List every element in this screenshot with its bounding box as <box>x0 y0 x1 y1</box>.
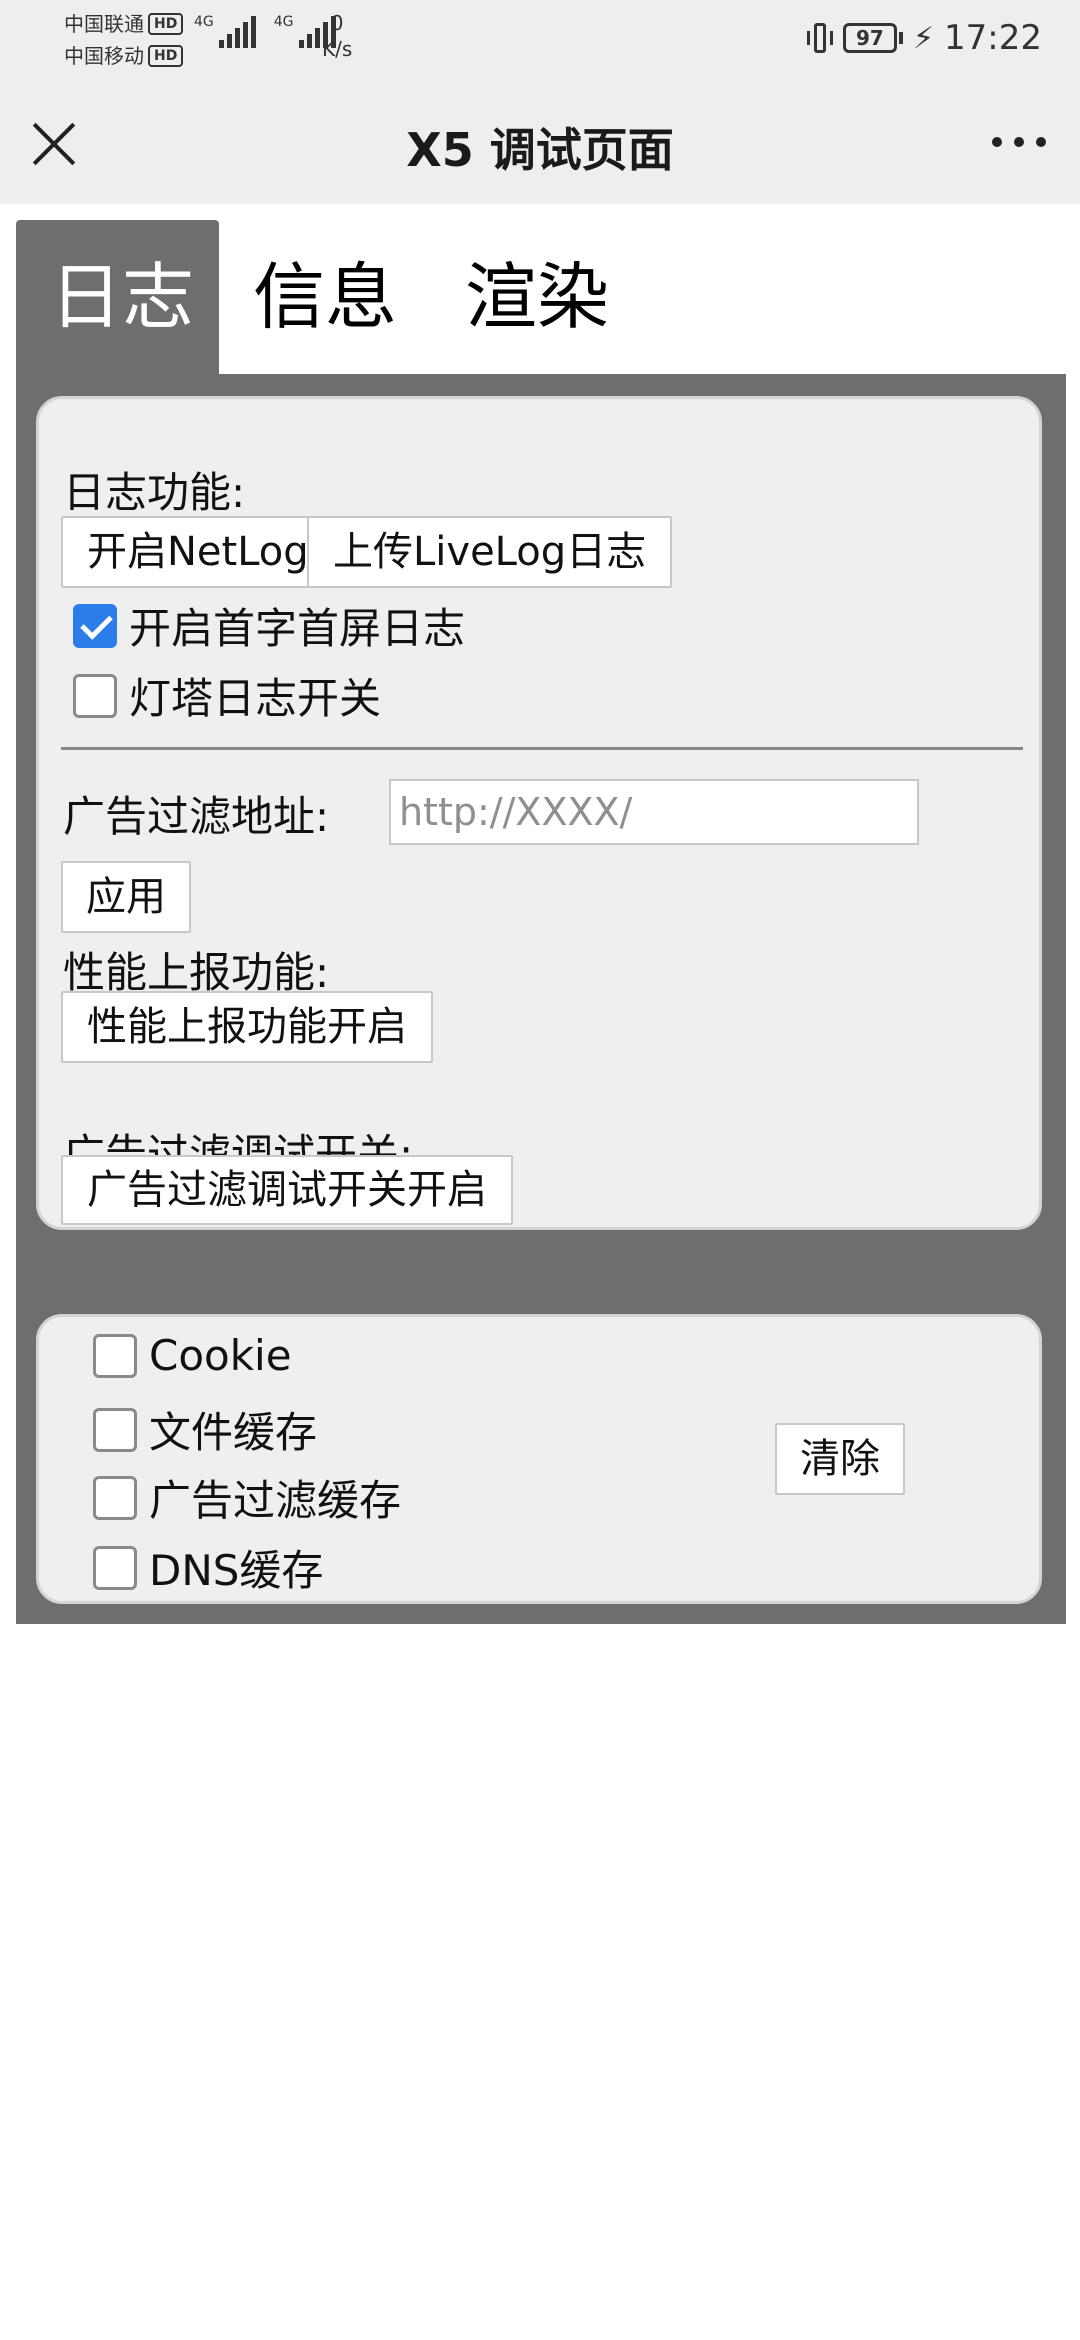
clear-option-ad-filter-cache[interactable]: 广告过滤缓存 <box>93 1467 401 1528</box>
apply-button[interactable]: 应用 <box>61 861 191 933</box>
tab-log[interactable]: 日志 <box>16 220 219 374</box>
charging-icon: ⚡ <box>912 20 935 56</box>
tab-bar: 日志 信息 渲染 <box>16 220 639 374</box>
livelog-button[interactable]: 上传LiveLog日志 <box>307 516 673 588</box>
beacon-log-option[interactable]: 灯塔日志开关 <box>73 665 381 726</box>
file-cache-label: 文件缓存 <box>149 1408 318 1457</box>
clock: 17:22 <box>944 18 1042 58</box>
signal-icon: 4G <box>194 14 256 48</box>
hd-badge-1: HD <box>148 13 184 35</box>
status-right: 97 ⚡ 17:22 <box>806 18 1042 58</box>
carrier-info: 中国联通 HD 中国移动 HD <box>64 8 184 72</box>
ad-filter-cache-checkbox[interactable] <box>93 1475 137 1520</box>
beacon-log-checkbox[interactable] <box>73 673 117 718</box>
signal-icons: 4G 4G <box>194 14 336 48</box>
divider <box>61 747 1023 750</box>
dns-cache-label: DNS缓存 <box>149 1546 324 1595</box>
carrier-1: 中国联通 <box>64 12 144 36</box>
clear-button[interactable]: 清除 <box>775 1423 905 1495</box>
perf-report-button[interactable]: 性能上报功能开启 <box>61 991 433 1063</box>
battery-level: 97 <box>842 23 897 53</box>
page-title: X5 调试页面 <box>406 123 674 177</box>
ad-filter-label: 广告过滤地址: <box>63 792 330 841</box>
more-icon[interactable] <box>992 130 1046 154</box>
battery-icon: 97 <box>842 23 903 53</box>
ad-filter-cache-label: 广告过滤缓存 <box>149 1476 402 1525</box>
dns-cache-checkbox[interactable] <box>93 1545 137 1590</box>
log-settings-card: 日志功能: 开启NetLog记录 上传LiveLog日志 开启首字首屏日志 灯塔… <box>36 396 1042 1230</box>
status-bar: 中国联通 HD 中国移动 HD 4G 4G 0 K/s 97 ⚡ 17:22 <box>0 0 1080 80</box>
log-function-label: 日志功能: <box>63 468 246 517</box>
hd-badge-2: HD <box>148 45 184 67</box>
first-screen-log-label: 开启首字首屏日志 <box>129 604 466 653</box>
first-screen-log-option[interactable]: 开启首字首屏日志 <box>73 595 465 656</box>
network-speed: 0 K/s <box>322 11 353 61</box>
clear-option-file-cache[interactable]: 文件缓存 <box>93 1399 317 1460</box>
cookie-label: Cookie <box>149 1331 292 1380</box>
beacon-log-label: 灯塔日志开关 <box>129 674 382 723</box>
tab-render[interactable]: 渲染 <box>427 220 639 374</box>
clear-option-dns-cache[interactable]: DNS缓存 <box>93 1537 323 1598</box>
ad-filter-url-input[interactable] <box>389 779 919 845</box>
clear-cache-card: Cookie 文件缓存 广告过滤缓存 DNS缓存 清除 <box>36 1314 1042 1604</box>
first-screen-log-checkbox[interactable] <box>73 603 117 648</box>
log-panel: 日志功能: 开启NetLog记录 上传LiveLog日志 开启首字首屏日志 灯塔… <box>16 374 1066 1624</box>
carrier-2: 中国移动 <box>64 44 144 68</box>
cookie-checkbox[interactable] <box>93 1333 137 1378</box>
ad-debug-button[interactable]: 广告过滤调试开关开启 <box>61 1155 513 1225</box>
tab-info[interactable]: 信息 <box>219 220 427 374</box>
vibrate-icon <box>806 23 833 53</box>
title-bar: X5 调试页面 <box>0 80 1080 204</box>
file-cache-checkbox[interactable] <box>93 1407 137 1452</box>
clear-option-cookie[interactable]: Cookie <box>93 1331 292 1380</box>
